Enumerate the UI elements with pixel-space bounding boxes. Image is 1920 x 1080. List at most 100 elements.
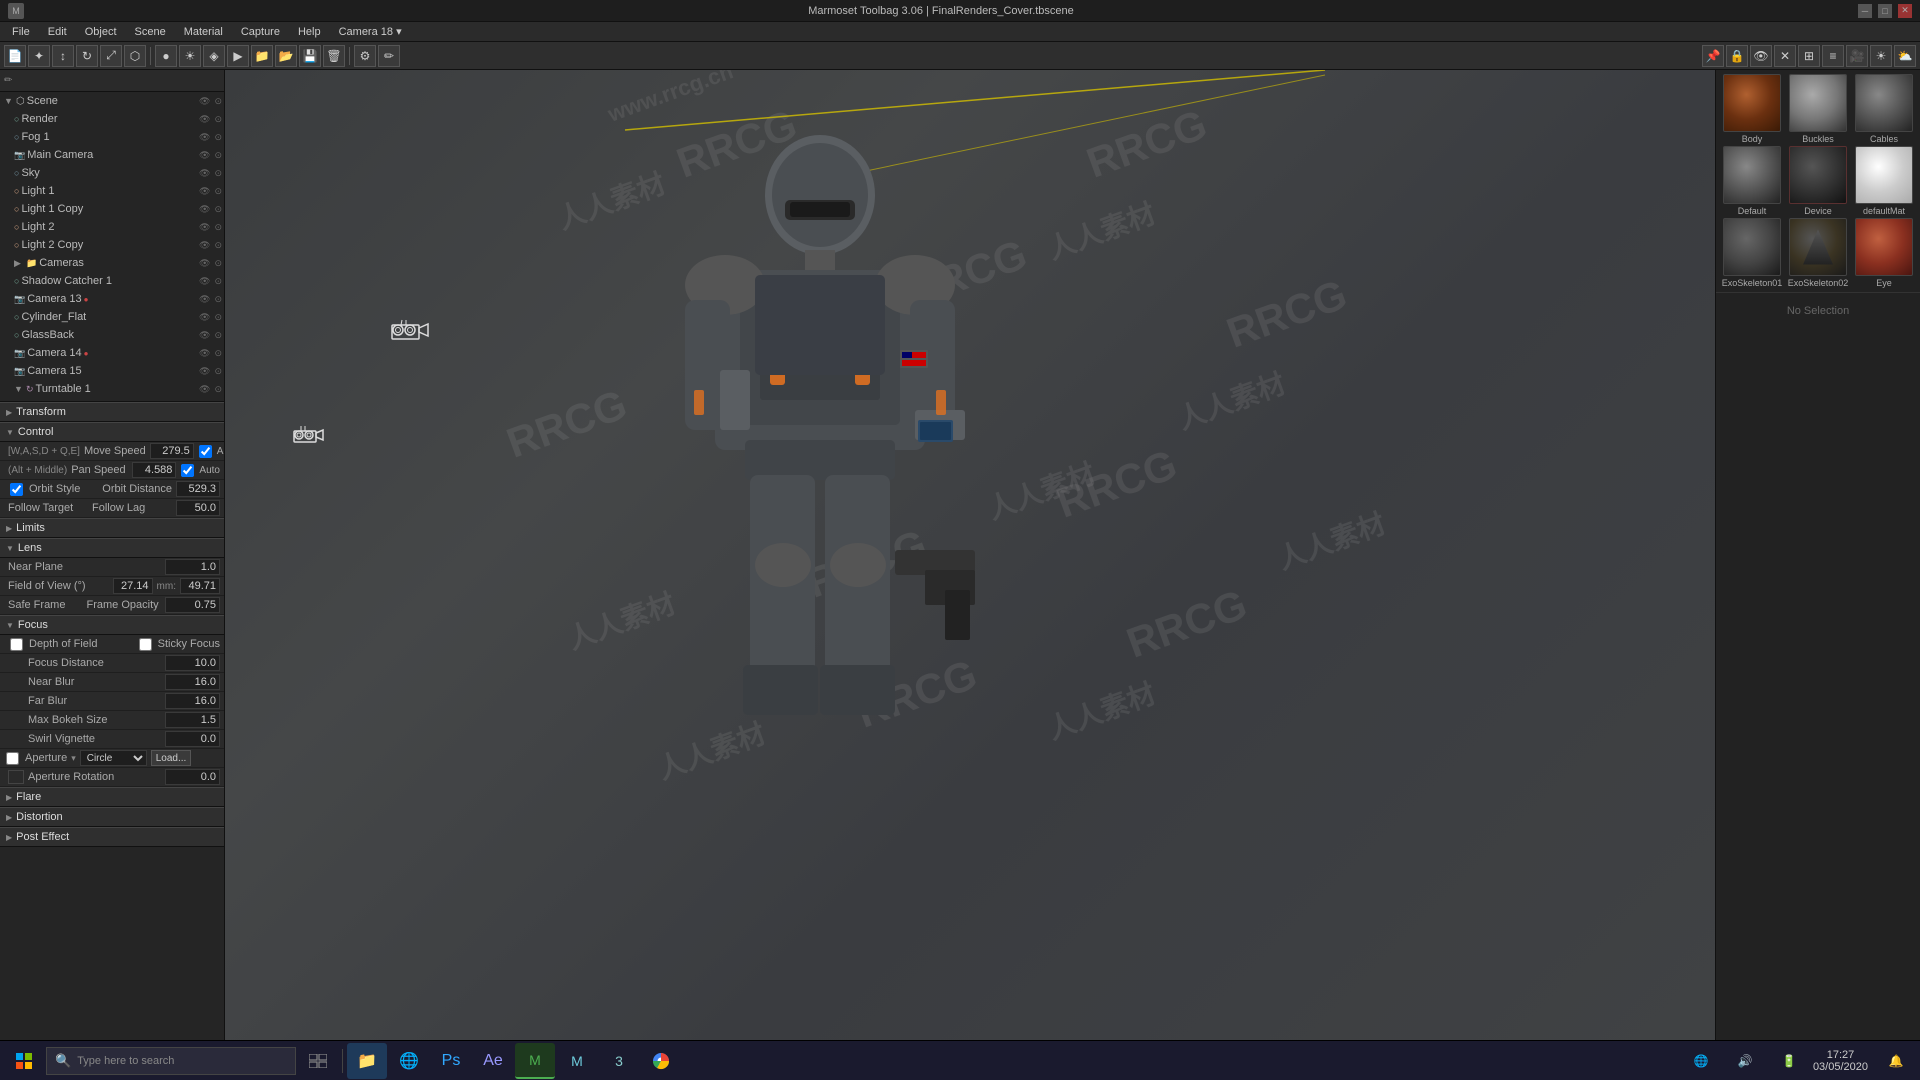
- tree-item-sky[interactable]: ○ Sky 👁 ⊙: [0, 164, 224, 182]
- tree-item-light2copy[interactable]: ○ Light 2 Copy 👁 ⊙: [0, 236, 224, 254]
- vis-icon-cameras[interactable]: ⊙: [214, 258, 222, 269]
- vis-icon-sky[interactable]: ⊙: [214, 168, 222, 179]
- start-button[interactable]: [4, 1043, 44, 1079]
- eye-icon-cylinder[interactable]: 👁: [199, 312, 210, 323]
- taskbar-app-maya[interactable]: M: [557, 1043, 597, 1079]
- vis-icon-camera13[interactable]: ⊙: [214, 294, 222, 305]
- tb-pencil[interactable]: ✏: [378, 45, 400, 67]
- eye-icon-fog[interactable]: 👁: [199, 132, 210, 143]
- tb-eye[interactable]: 👁: [1750, 45, 1772, 67]
- orbit-style-check[interactable]: [10, 483, 23, 496]
- taskbar-app-explorer[interactable]: 📁: [347, 1043, 387, 1079]
- vis-icon-turntable[interactable]: ⊙: [214, 384, 222, 395]
- tb-rotate[interactable]: ↻: [76, 45, 98, 67]
- menu-file[interactable]: File: [4, 24, 38, 40]
- near-plane-input[interactable]: [165, 559, 220, 575]
- eye-icon-light2[interactable]: 👁: [199, 222, 210, 233]
- mat-buckles[interactable]: Buckles: [1786, 74, 1850, 144]
- tb-open[interactable]: 📂: [275, 45, 297, 67]
- menu-capture[interactable]: Capture: [233, 24, 288, 40]
- vis-icon-shadowcatcher[interactable]: ⊙: [214, 276, 222, 287]
- max-bokeh-input[interactable]: [165, 712, 220, 728]
- tree-item-fog[interactable]: ○ Fog 1 👁 ⊙: [0, 128, 224, 146]
- eye-icon-maincam[interactable]: 👁: [199, 150, 210, 161]
- taskbar-app-edge[interactable]: 🌐: [389, 1043, 429, 1079]
- taskbar-app-marmoset[interactable]: M: [515, 1043, 555, 1079]
- tree-item-camera14[interactable]: 📷 Camera 14 ● 👁 ⊙: [0, 344, 224, 362]
- transform-section-header[interactable]: ▶ Transform: [0, 402, 224, 422]
- vis-icon-light2[interactable]: ⊙: [214, 222, 222, 233]
- tree-item-glassback[interactable]: ○ GlassBack 👁 ⊙: [0, 326, 224, 344]
- tb-grid[interactable]: ⊞: [1798, 45, 1820, 67]
- eye-icon-camera14[interactable]: 👁: [199, 348, 210, 359]
- aperture-type-select[interactable]: Circle Hexagon Octagon: [80, 750, 147, 766]
- control-section-header[interactable]: ▼ Control: [0, 422, 224, 442]
- tb-cam[interactable]: 🎥: [1846, 45, 1868, 67]
- limits-section-header[interactable]: ▶ Limits: [0, 518, 224, 538]
- taskbar-app-ps[interactable]: Ps: [431, 1043, 471, 1079]
- tb-folder[interactable]: 📁: [251, 45, 273, 67]
- tb-pin[interactable]: 📌: [1702, 45, 1724, 67]
- menu-material[interactable]: Material: [176, 24, 231, 40]
- frame-opacity-input[interactable]: [165, 597, 220, 613]
- tree-item-turntable[interactable]: ▼ ↻ Turntable 1 👁 ⊙: [0, 380, 224, 398]
- eye-icon-camera15[interactable]: 👁: [199, 366, 210, 377]
- tree-item-camera13[interactable]: 📷 Camera 13 ● 👁 ⊙: [0, 290, 224, 308]
- maximize-button[interactable]: □: [1878, 4, 1892, 18]
- tree-item-scene[interactable]: ▼ ⬡ Scene 👁 ⊙: [0, 92, 224, 110]
- sticky-focus-checkbox[interactable]: [139, 638, 152, 651]
- search-bar[interactable]: 🔍 Type here to search: [46, 1047, 296, 1075]
- mat-exo01[interactable]: ExoSkeleton01: [1720, 218, 1784, 288]
- menu-help[interactable]: Help: [290, 24, 329, 40]
- aperture-checkbox[interactable]: [6, 752, 19, 765]
- tree-item-shadowcatcher[interactable]: ○ Shadow Catcher 1 👁 ⊙: [0, 272, 224, 290]
- orbit-distance-input[interactable]: [176, 481, 220, 497]
- eye-icon-render[interactable]: 👁: [199, 114, 210, 125]
- tb-sphere[interactable]: ●: [155, 45, 177, 67]
- battery-icon[interactable]: 🔋: [1769, 1043, 1809, 1079]
- eye-icon-sky[interactable]: 👁: [199, 168, 210, 179]
- auto-checkbox-2[interactable]: [181, 464, 194, 477]
- move-speed-input[interactable]: [150, 443, 194, 459]
- tb-render[interactable]: ▶: [227, 45, 249, 67]
- eye-icon-light2copy[interactable]: 👁: [199, 240, 210, 251]
- tb-new[interactable]: 📄: [4, 45, 26, 67]
- eye-icon-glassback[interactable]: 👁: [199, 330, 210, 341]
- vis-icon-camera14[interactable]: ⊙: [214, 348, 222, 359]
- notifications-icon[interactable]: 🔔: [1876, 1043, 1916, 1079]
- tb-settings[interactable]: ⚙: [354, 45, 376, 67]
- tree-item-light1copy[interactable]: ○ Light 1 Copy 👁 ⊙: [0, 200, 224, 218]
- vis-icon-render[interactable]: ⊙: [214, 114, 222, 125]
- swirl-vignette-input[interactable]: [165, 731, 220, 747]
- distortion-section-header[interactable]: ▶ Distortion: [0, 807, 224, 827]
- flare-section-header[interactable]: ▶ Flare: [0, 787, 224, 807]
- tree-item-light2[interactable]: ○ Light 2 👁 ⊙: [0, 218, 224, 236]
- minimize-button[interactable]: ─: [1858, 4, 1872, 18]
- tb-layers[interactable]: ≡: [1822, 45, 1844, 67]
- mat-eye[interactable]: Eye: [1852, 218, 1916, 288]
- eye-icon-camera13[interactable]: 👁: [199, 294, 210, 305]
- tree-item-maincamera[interactable]: 📷 Main Camera 👁 ⊙: [0, 146, 224, 164]
- vis-icon-cylinder[interactable]: ⊙: [214, 312, 222, 323]
- mat-default[interactable]: Default: [1720, 146, 1784, 216]
- tb-select[interactable]: ✦: [28, 45, 50, 67]
- eye-icon-turntable[interactable]: 👁: [199, 384, 210, 395]
- panel-icon[interactable]: ✏: [4, 75, 12, 86]
- dof-checkbox[interactable]: [10, 638, 23, 651]
- follow-lag-input[interactable]: [176, 500, 220, 516]
- tb-save[interactable]: 💾: [299, 45, 321, 67]
- menu-camera[interactable]: Camera 18 ▾: [331, 23, 410, 40]
- taskview-button[interactable]: [298, 1043, 338, 1079]
- menu-scene[interactable]: Scene: [127, 24, 174, 40]
- tb-light[interactable]: ☀: [179, 45, 201, 67]
- volume-icon[interactable]: 🔊: [1725, 1043, 1765, 1079]
- tb-env[interactable]: ◈: [203, 45, 225, 67]
- tb-move[interactable]: ↕: [52, 45, 74, 67]
- aperture-load-btn[interactable]: Load...: [151, 750, 192, 766]
- post-effect-section-header[interactable]: ▶ Post Effect: [0, 827, 224, 847]
- tree-item-cylinder[interactable]: ○ Cylinder_Flat 👁 ⊙: [0, 308, 224, 326]
- tree-item-cameras[interactable]: ▶ 📁 Cameras 👁 ⊙: [0, 254, 224, 272]
- tree-item-render[interactable]: ○ Render 👁 ⊙: [0, 110, 224, 128]
- vis-icon-scene[interactable]: ⊙: [214, 96, 222, 107]
- vis-icon-fog[interactable]: ⊙: [214, 132, 222, 143]
